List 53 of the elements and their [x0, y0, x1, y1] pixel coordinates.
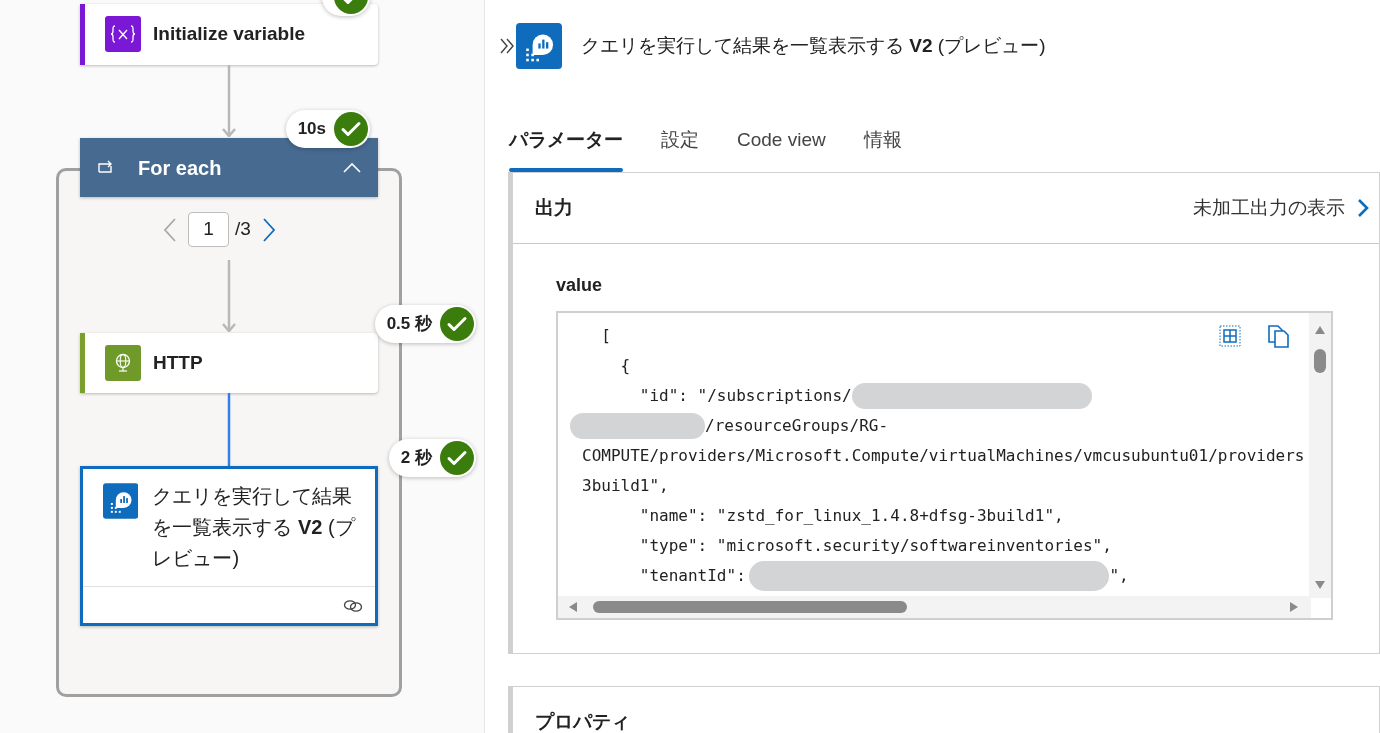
collapse-panel-icon[interactable] [499, 37, 515, 55]
action-title: Initialize variable [153, 21, 306, 46]
scroll-left-icon[interactable] [568, 601, 578, 613]
section-title: 出力 [535, 195, 574, 220]
scroll-up-icon[interactable] [1314, 325, 1326, 335]
chat-chart-icon [103, 483, 139, 519]
vertical-scrollbar[interactable] [1309, 313, 1331, 598]
tab[interactable]: 設定 [661, 92, 699, 170]
panel-title: クエリを実行して結果を一覧表示する V2 (プレビュー) [581, 33, 1046, 58]
copy-icon[interactable] [1268, 324, 1290, 349]
duration-text: 0.5 秒 [386, 313, 432, 336]
code-line: ", [1109, 565, 1129, 587]
link-icon[interactable] [343, 599, 363, 613]
duration-text: 10s [297, 118, 326, 141]
loop-title: For each [138, 155, 223, 181]
code-line: "id": "/subscriptions/ [638, 385, 852, 407]
duration-text: 2 秒 [400, 447, 432, 470]
scroll-down-icon[interactable] [1314, 580, 1326, 590]
chevron-right-icon [1357, 198, 1369, 218]
horizontal-scrollbar[interactable] [558, 596, 1311, 618]
code-line: [ [600, 325, 611, 347]
table-view-icon[interactable] [1219, 325, 1241, 347]
connector-arrow [221, 65, 237, 137]
code-line: COMPUTE/providers/Microsoft.Compute/virtualMachines/vmcusubuntu01/providers [582, 445, 1305, 467]
variable-icon [105, 16, 141, 52]
action-card[interactable]: Initialize variable [80, 4, 378, 65]
page-number-field[interactable]: 1 [188, 212, 229, 247]
tab[interactable]: Code view [737, 92, 826, 170]
code-line: { [619, 355, 631, 377]
field-label: value [556, 274, 604, 297]
loop-icon [96, 159, 114, 176]
loop-header[interactable]: For each [80, 138, 378, 197]
section-title: プロパティ [535, 709, 631, 733]
globe-icon [105, 345, 141, 381]
action-card[interactable]: クエリを実行して結果を一覧表示する V2 (プレビュー) [80, 466, 378, 626]
scroll-thumb[interactable] [1314, 349, 1326, 373]
action-title: クエリを実行して結果を一覧表示する V2 (プレビュー) [152, 484, 357, 571]
code-line: "tenantId": [638, 565, 747, 587]
code-line: 3build1", [582, 475, 669, 497]
collapse-icon[interactable] [342, 161, 362, 174]
scroll-right-icon[interactable] [1289, 601, 1299, 613]
page-total: /3 [235, 217, 251, 242]
raw-output-link[interactable]: 未加工出力の表示 [1193, 193, 1369, 223]
tab[interactable]: パラメーター [509, 92, 623, 170]
chat-chart-icon [515, 23, 563, 69]
code-line: "type": "microsoft.security/softwareinventories", [638, 535, 1112, 557]
tab[interactable]: 情報 [863, 92, 902, 170]
code-line: "name": "zstd_for_linux_1.4.8+dfsg-3build1", [638, 505, 1064, 527]
action-title: HTTP [153, 350, 203, 375]
code-line: /resourceGroups/RG- [705, 415, 889, 437]
action-card[interactable]: HTTP [80, 333, 378, 393]
connector-arrow [221, 260, 237, 332]
scroll-thumb[interactable] [593, 601, 907, 613]
